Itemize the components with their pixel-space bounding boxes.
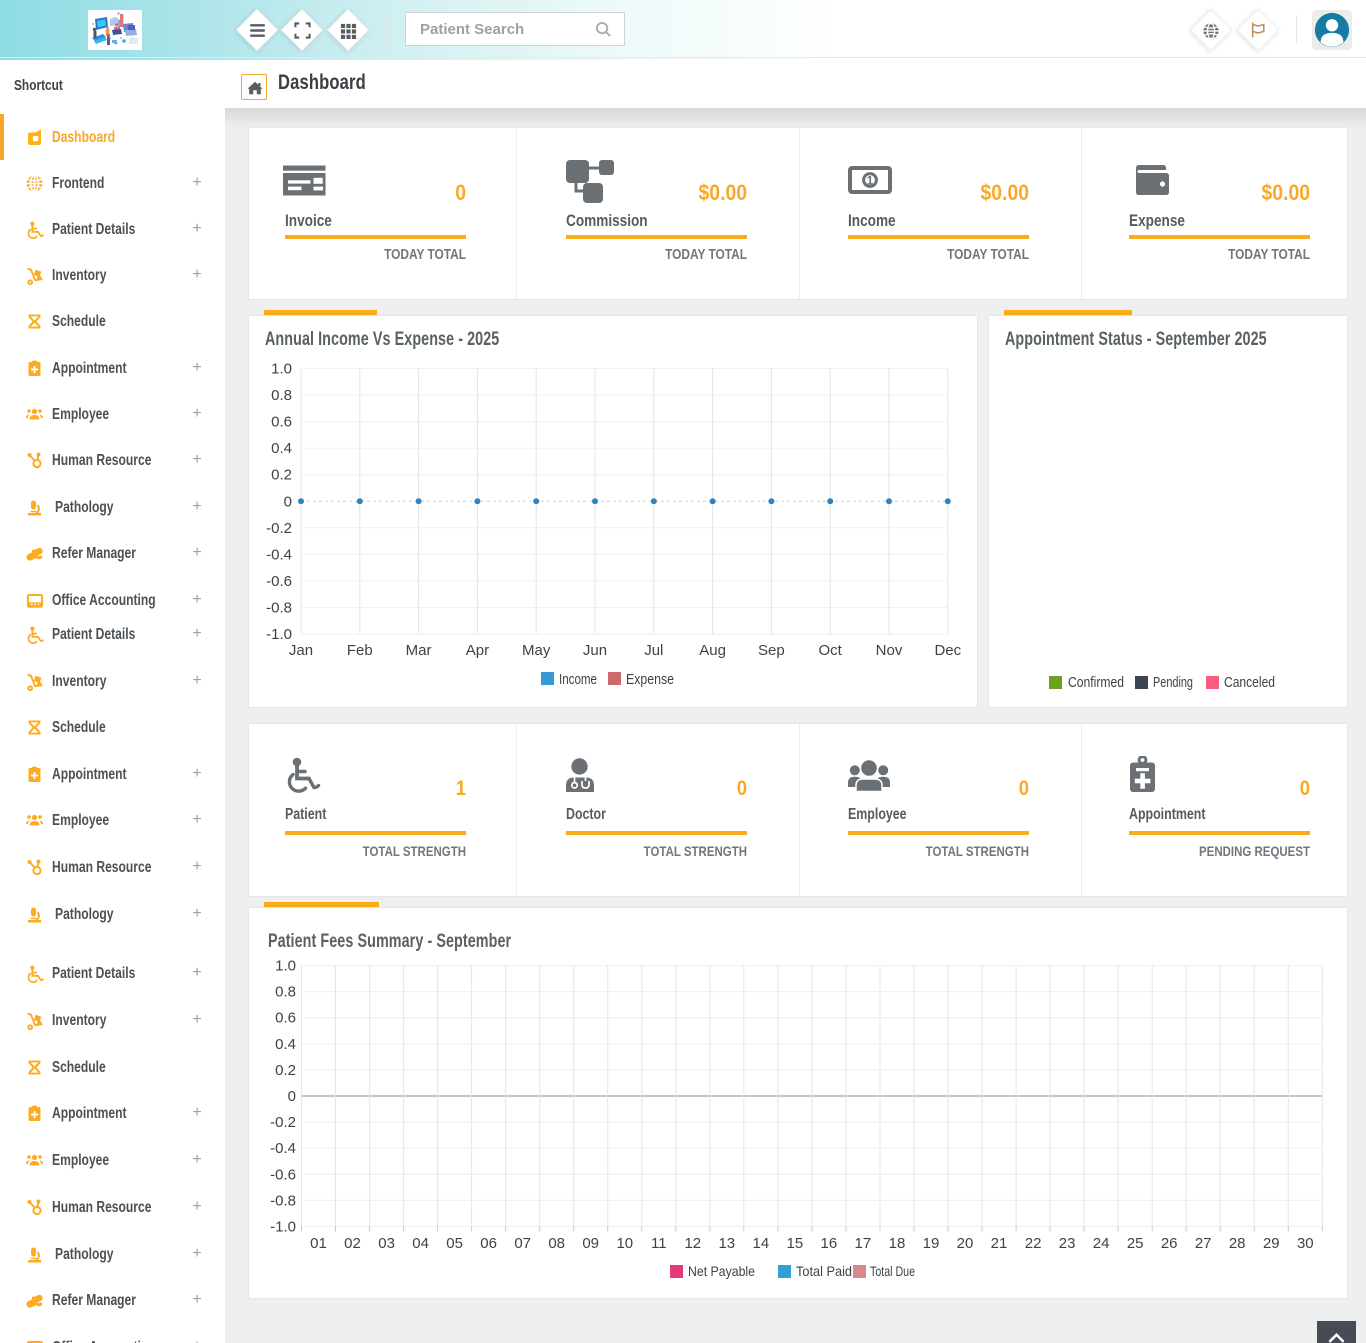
svg-text:Feb: Feb xyxy=(347,642,373,659)
svg-text:20: 20 xyxy=(957,1235,974,1252)
svg-text:Nov: Nov xyxy=(876,642,903,659)
svg-text:-1.0: -1.0 xyxy=(266,626,292,643)
svg-text:17: 17 xyxy=(855,1235,872,1252)
svg-text:Total Due: Total Due xyxy=(870,1263,915,1279)
svg-text:Expense: Expense xyxy=(626,671,674,688)
svg-text:0.8: 0.8 xyxy=(275,984,296,1001)
svg-text:28: 28 xyxy=(1229,1235,1246,1252)
svg-text:01: 01 xyxy=(310,1235,327,1252)
svg-text:0.6: 0.6 xyxy=(271,414,292,431)
svg-text:Dec: Dec xyxy=(934,642,961,659)
svg-text:0.2: 0.2 xyxy=(271,467,292,484)
svg-text:Jan: Jan xyxy=(289,642,313,659)
svg-text:02: 02 xyxy=(344,1235,361,1252)
svg-text:23: 23 xyxy=(1059,1235,1076,1252)
svg-text:03: 03 xyxy=(378,1235,395,1252)
svg-text:24: 24 xyxy=(1093,1235,1110,1252)
svg-text:26: 26 xyxy=(1161,1235,1178,1252)
svg-text:Jul: Jul xyxy=(644,642,663,659)
svg-text:0.2: 0.2 xyxy=(275,1062,296,1079)
svg-text:25: 25 xyxy=(1127,1235,1144,1252)
svg-text:1.0: 1.0 xyxy=(271,361,292,378)
svg-text:11: 11 xyxy=(651,1235,667,1252)
svg-text:29: 29 xyxy=(1263,1235,1280,1252)
svg-text:19: 19 xyxy=(923,1235,940,1252)
svg-text:Mar: Mar xyxy=(406,642,432,659)
svg-text:Oct: Oct xyxy=(819,642,843,659)
svg-text:May: May xyxy=(522,642,551,659)
svg-text:-0.6: -0.6 xyxy=(266,573,292,590)
svg-text:04: 04 xyxy=(412,1235,429,1252)
svg-text:13: 13 xyxy=(718,1235,735,1252)
svg-text:Canceled: Canceled xyxy=(1224,675,1275,691)
svg-text:0: 0 xyxy=(284,493,292,510)
svg-text:Aug: Aug xyxy=(699,642,726,659)
svg-text:Apr: Apr xyxy=(466,642,489,659)
svg-text:08: 08 xyxy=(548,1235,565,1252)
svg-text:-0.6: -0.6 xyxy=(270,1166,296,1183)
svg-text:-0.4: -0.4 xyxy=(266,546,292,563)
svg-text:10: 10 xyxy=(616,1235,633,1252)
svg-text:0.4: 0.4 xyxy=(271,440,292,457)
svg-text:0: 0 xyxy=(288,1088,296,1105)
svg-text:Confirmed: Confirmed xyxy=(1068,675,1124,691)
svg-text:-0.8: -0.8 xyxy=(266,599,292,616)
svg-text:14: 14 xyxy=(753,1235,770,1252)
svg-text:09: 09 xyxy=(582,1235,599,1252)
svg-text:05: 05 xyxy=(446,1235,463,1252)
svg-text:-0.2: -0.2 xyxy=(270,1114,296,1131)
svg-text:27: 27 xyxy=(1195,1235,1212,1252)
svg-text:0.6: 0.6 xyxy=(275,1010,296,1027)
svg-text:0.4: 0.4 xyxy=(275,1036,296,1053)
svg-text:12: 12 xyxy=(684,1235,701,1252)
svg-text:-1.0: -1.0 xyxy=(270,1219,296,1236)
svg-text:16: 16 xyxy=(821,1235,838,1252)
svg-text:-0.4: -0.4 xyxy=(270,1140,296,1157)
svg-text:0.8: 0.8 xyxy=(271,387,292,404)
svg-text:Income: Income xyxy=(559,671,597,688)
svg-text:21: 21 xyxy=(991,1235,1008,1252)
svg-text:07: 07 xyxy=(514,1235,531,1252)
svg-text:Sep: Sep xyxy=(758,642,785,659)
svg-text:18: 18 xyxy=(889,1235,906,1252)
svg-text:Net Payable: Net Payable xyxy=(688,1263,755,1279)
svg-text:-0.8: -0.8 xyxy=(270,1192,296,1209)
svg-text:06: 06 xyxy=(480,1235,497,1252)
svg-text:Jun: Jun xyxy=(583,642,607,659)
svg-text:30: 30 xyxy=(1297,1235,1314,1252)
svg-text:-0.2: -0.2 xyxy=(266,520,292,537)
svg-text:1.0: 1.0 xyxy=(275,958,296,975)
svg-text:Pending: Pending xyxy=(1153,675,1193,691)
svg-text:15: 15 xyxy=(787,1235,804,1252)
svg-text:Total Paid: Total Paid xyxy=(796,1263,852,1279)
svg-text:22: 22 xyxy=(1025,1235,1042,1252)
